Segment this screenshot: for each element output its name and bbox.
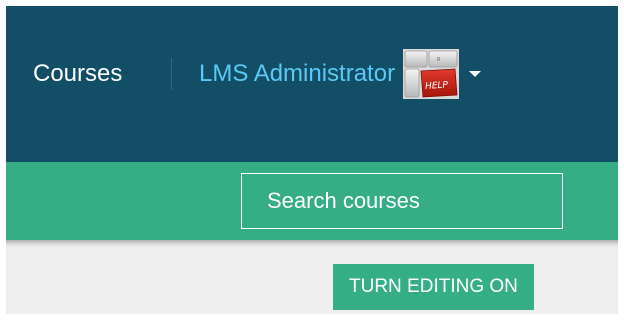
help-key-avatar-icon: R HELP bbox=[403, 49, 460, 99]
search-bar bbox=[6, 162, 618, 240]
page-frame: Courses LMS Administrator R HELP Search … bbox=[6, 6, 618, 314]
user-menu-toggle[interactable]: LMS Administrator R HELP bbox=[199, 49, 482, 99]
nav-divider bbox=[171, 58, 172, 90]
user-name: LMS Administrator bbox=[199, 60, 396, 87]
search-courses-input[interactable] bbox=[241, 173, 563, 229]
svg-text:R: R bbox=[437, 57, 441, 63]
avatar: R HELP bbox=[403, 49, 460, 99]
page-content: TURN EDITING ON bbox=[6, 240, 618, 314]
chevron-down-icon bbox=[469, 71, 482, 77]
nav-courses-link[interactable]: Courses bbox=[33, 58, 122, 90]
turn-editing-on-button[interactable]: TURN EDITING ON bbox=[333, 264, 534, 310]
top-navbar: Courses LMS Administrator R HELP bbox=[6, 6, 618, 162]
avatar-key-label: HELP bbox=[425, 80, 449, 92]
